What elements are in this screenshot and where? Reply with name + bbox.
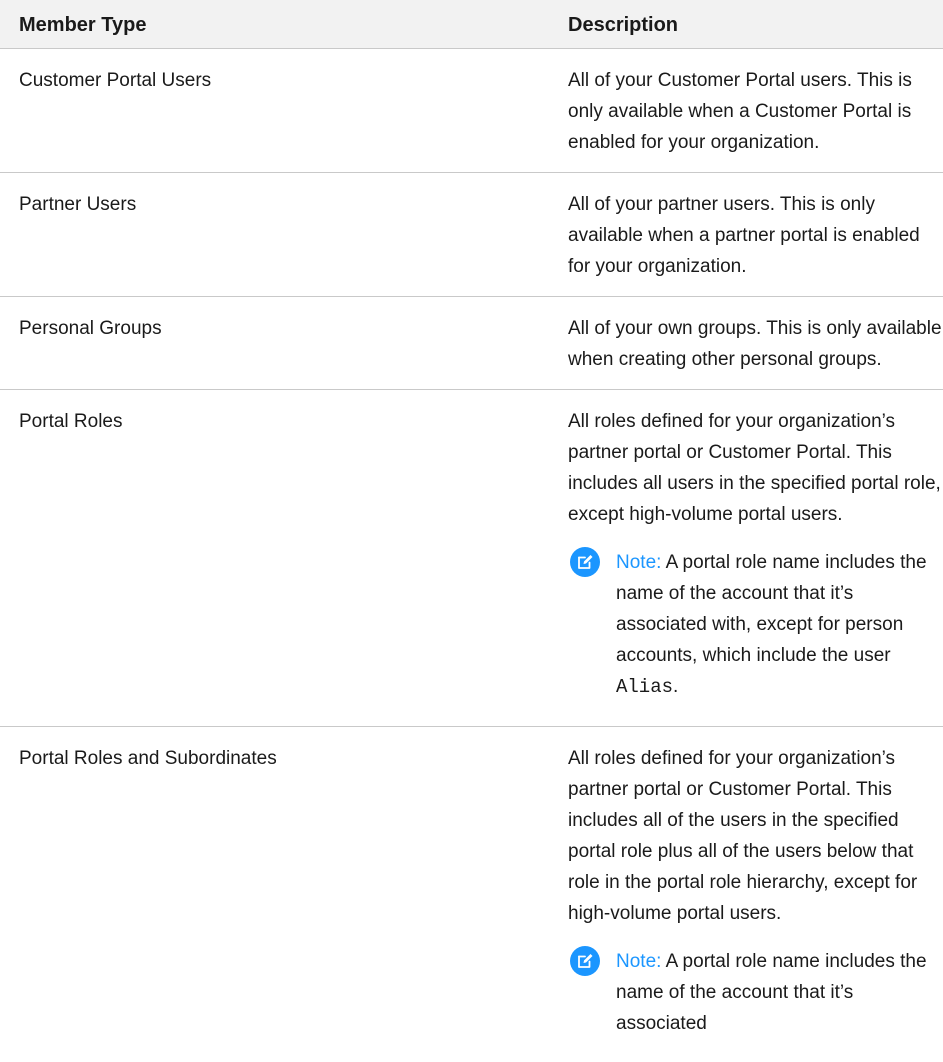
description-cell: All of your own groups. This is only ava… xyxy=(561,297,943,390)
note-label: Note: xyxy=(616,552,661,573)
code-alias: Alias xyxy=(616,676,673,698)
member-type-table: Member Type Description Customer Portal … xyxy=(0,0,943,1062)
description-cell: All roles defined for your organization’… xyxy=(561,727,943,1062)
note-body: Note: A portal role name includes the na… xyxy=(616,946,943,1039)
note-text: A portal role name includes the name of … xyxy=(616,552,927,666)
description-header: Description xyxy=(561,0,943,49)
description-text: All of your partner users. This is only … xyxy=(568,189,943,282)
note-callout: Note: A portal role name includes the na… xyxy=(568,547,943,703)
description-text: All of your own groups. This is only ava… xyxy=(568,313,943,375)
member-type-cell: Customer Portal Users xyxy=(0,49,561,173)
table-header-row: Member Type Description xyxy=(0,0,943,49)
edit-note-icon xyxy=(570,946,600,976)
description-cell: All of your Customer Portal users. This … xyxy=(561,49,943,173)
table-row: Personal Groups All of your own groups. … xyxy=(0,297,943,390)
description-text: All of your Customer Portal users. This … xyxy=(568,65,943,158)
table-row: Portal Roles and Subordinates All roles … xyxy=(0,727,943,1062)
description-text: All roles defined for your organization’… xyxy=(568,743,943,929)
description-cell: All roles defined for your organization’… xyxy=(561,390,943,727)
member-type-header: Member Type xyxy=(0,0,561,49)
note-text-end: . xyxy=(673,676,678,697)
member-type-cell: Partner Users xyxy=(0,173,561,297)
description-text: All roles defined for your organization’… xyxy=(568,406,943,530)
description-cell: All of your partner users. This is only … xyxy=(561,173,943,297)
table-row: Customer Portal Users All of your Custom… xyxy=(0,49,943,173)
member-type-cell: Personal Groups xyxy=(0,297,561,390)
member-type-cell: Portal Roles xyxy=(0,390,561,727)
note-label: Note: xyxy=(616,951,661,972)
edit-note-icon xyxy=(570,547,600,577)
note-body: Note: A portal role name includes the na… xyxy=(616,547,943,703)
table-row: Portal Roles All roles defined for your … xyxy=(0,390,943,727)
table-row: Partner Users All of your partner users.… xyxy=(0,173,943,297)
note-text: A portal role name includes the name of … xyxy=(616,951,927,1034)
member-type-cell: Portal Roles and Subordinates xyxy=(0,727,561,1062)
note-callout: Note: A portal role name includes the na… xyxy=(568,946,943,1039)
